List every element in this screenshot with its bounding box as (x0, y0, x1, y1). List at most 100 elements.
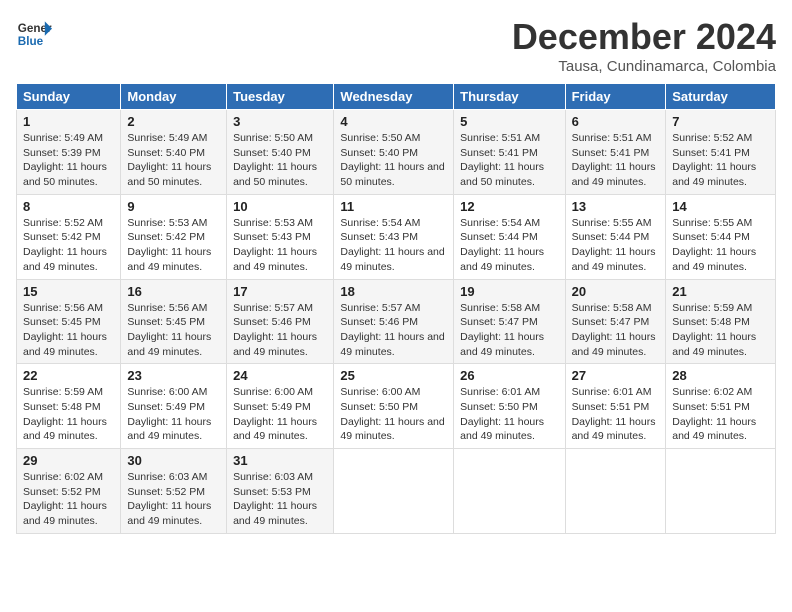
col-monday: Monday (121, 84, 227, 110)
day-info: Sunrise: 5:57 AMSunset: 5:46 PMDaylight:… (233, 302, 317, 358)
col-tuesday: Tuesday (227, 84, 334, 110)
day-info: Sunrise: 5:55 AMSunset: 5:44 PMDaylight:… (572, 217, 656, 273)
day-info: Sunrise: 5:51 AMSunset: 5:41 PMDaylight:… (572, 132, 656, 188)
day-number: 11 (340, 199, 447, 214)
day-number: 13 (572, 199, 660, 214)
day-number: 29 (23, 453, 114, 468)
day-number: 17 (233, 284, 327, 299)
day-info: Sunrise: 5:52 AMSunset: 5:42 PMDaylight:… (23, 217, 107, 273)
calendar-cell: 22 Sunrise: 5:59 AMSunset: 5:48 PMDaylig… (17, 364, 121, 449)
day-info: Sunrise: 5:53 AMSunset: 5:42 PMDaylight:… (127, 217, 211, 273)
day-info: Sunrise: 5:54 AMSunset: 5:43 PMDaylight:… (340, 217, 444, 273)
day-number: 6 (572, 114, 660, 129)
calendar-cell: 17 Sunrise: 5:57 AMSunset: 5:46 PMDaylig… (227, 279, 334, 364)
svg-text:Blue: Blue (18, 35, 44, 48)
calendar-cell: 27 Sunrise: 6:01 AMSunset: 5:51 PMDaylig… (565, 364, 666, 449)
calendar-cell: 23 Sunrise: 6:00 AMSunset: 5:49 PMDaylig… (121, 364, 227, 449)
day-number: 10 (233, 199, 327, 214)
calendar-cell (334, 449, 454, 534)
calendar-cell: 1 Sunrise: 5:49 AMSunset: 5:39 PMDayligh… (17, 110, 121, 195)
day-number: 1 (23, 114, 114, 129)
day-number: 7 (672, 114, 769, 129)
day-info: Sunrise: 6:02 AMSunset: 5:51 PMDaylight:… (672, 386, 756, 442)
calendar-cell: 15 Sunrise: 5:56 AMSunset: 5:45 PMDaylig… (17, 279, 121, 364)
day-info: Sunrise: 6:00 AMSunset: 5:49 PMDaylight:… (233, 386, 317, 442)
day-number: 8 (23, 199, 114, 214)
table-row: 15 Sunrise: 5:56 AMSunset: 5:45 PMDaylig… (17, 279, 776, 364)
day-info: Sunrise: 6:01 AMSunset: 5:50 PMDaylight:… (460, 386, 544, 442)
day-info: Sunrise: 5:52 AMSunset: 5:41 PMDaylight:… (672, 132, 756, 188)
day-number: 21 (672, 284, 769, 299)
calendar-cell: 13 Sunrise: 5:55 AMSunset: 5:44 PMDaylig… (565, 194, 666, 279)
col-wednesday: Wednesday (334, 84, 454, 110)
day-number: 2 (127, 114, 220, 129)
day-info: Sunrise: 6:00 AMSunset: 5:50 PMDaylight:… (340, 386, 444, 442)
day-info: Sunrise: 5:49 AMSunset: 5:40 PMDaylight:… (127, 132, 211, 188)
calendar-cell: 30 Sunrise: 6:03 AMSunset: 5:52 PMDaylig… (121, 449, 227, 534)
calendar-cell (666, 449, 776, 534)
calendar-cell: 8 Sunrise: 5:52 AMSunset: 5:42 PMDayligh… (17, 194, 121, 279)
col-friday: Friday (565, 84, 666, 110)
calendar-cell: 26 Sunrise: 6:01 AMSunset: 5:50 PMDaylig… (454, 364, 565, 449)
calendar-cell: 18 Sunrise: 5:57 AMSunset: 5:46 PMDaylig… (334, 279, 454, 364)
page-header: General Blue December 2024 Tausa, Cundin… (16, 16, 776, 75)
day-info: Sunrise: 5:59 AMSunset: 5:48 PMDaylight:… (23, 386, 107, 442)
calendar-cell (454, 449, 565, 534)
day-number: 20 (572, 284, 660, 299)
calendar-cell: 2 Sunrise: 5:49 AMSunset: 5:40 PMDayligh… (121, 110, 227, 195)
calendar-cell: 25 Sunrise: 6:00 AMSunset: 5:50 PMDaylig… (334, 364, 454, 449)
day-number: 9 (127, 199, 220, 214)
day-number: 16 (127, 284, 220, 299)
day-info: Sunrise: 6:03 AMSunset: 5:53 PMDaylight:… (233, 471, 317, 527)
calendar-cell: 14 Sunrise: 5:55 AMSunset: 5:44 PMDaylig… (666, 194, 776, 279)
calendar-cell: 19 Sunrise: 5:58 AMSunset: 5:47 PMDaylig… (454, 279, 565, 364)
day-number: 24 (233, 368, 327, 383)
logo-icon: General Blue (16, 16, 52, 52)
day-info: Sunrise: 5:51 AMSunset: 5:41 PMDaylight:… (460, 132, 544, 188)
calendar-cell (565, 449, 666, 534)
day-info: Sunrise: 5:53 AMSunset: 5:43 PMDaylight:… (233, 217, 317, 273)
day-number: 12 (460, 199, 558, 214)
day-info: Sunrise: 5:56 AMSunset: 5:45 PMDaylight:… (23, 302, 107, 358)
calendar-table: Sunday Monday Tuesday Wednesday Thursday… (16, 83, 776, 534)
calendar-cell: 24 Sunrise: 6:00 AMSunset: 5:49 PMDaylig… (227, 364, 334, 449)
table-row: 29 Sunrise: 6:02 AMSunset: 5:52 PMDaylig… (17, 449, 776, 534)
day-info: Sunrise: 6:01 AMSunset: 5:51 PMDaylight:… (572, 386, 656, 442)
calendar-cell: 5 Sunrise: 5:51 AMSunset: 5:41 PMDayligh… (454, 110, 565, 195)
day-info: Sunrise: 5:59 AMSunset: 5:48 PMDaylight:… (672, 302, 756, 358)
day-info: Sunrise: 5:55 AMSunset: 5:44 PMDaylight:… (672, 217, 756, 273)
day-info: Sunrise: 5:54 AMSunset: 5:44 PMDaylight:… (460, 217, 544, 273)
calendar-cell: 29 Sunrise: 6:02 AMSunset: 5:52 PMDaylig… (17, 449, 121, 534)
calendar-cell: 11 Sunrise: 5:54 AMSunset: 5:43 PMDaylig… (334, 194, 454, 279)
day-info: Sunrise: 6:03 AMSunset: 5:52 PMDaylight:… (127, 471, 211, 527)
day-number: 25 (340, 368, 447, 383)
day-number: 4 (340, 114, 447, 129)
title-block: December 2024 Tausa, Cundinamarca, Colom… (512, 16, 776, 75)
calendar-cell: 28 Sunrise: 6:02 AMSunset: 5:51 PMDaylig… (666, 364, 776, 449)
day-number: 26 (460, 368, 558, 383)
month-title: December 2024 (512, 16, 776, 58)
calendar-cell: 6 Sunrise: 5:51 AMSunset: 5:41 PMDayligh… (565, 110, 666, 195)
day-number: 31 (233, 453, 327, 468)
calendar-cell: 21 Sunrise: 5:59 AMSunset: 5:48 PMDaylig… (666, 279, 776, 364)
logo: General Blue (16, 16, 52, 52)
day-info: Sunrise: 6:00 AMSunset: 5:49 PMDaylight:… (127, 386, 211, 442)
calendar-cell: 20 Sunrise: 5:58 AMSunset: 5:47 PMDaylig… (565, 279, 666, 364)
table-row: 8 Sunrise: 5:52 AMSunset: 5:42 PMDayligh… (17, 194, 776, 279)
day-info: Sunrise: 5:49 AMSunset: 5:39 PMDaylight:… (23, 132, 107, 188)
day-number: 18 (340, 284, 447, 299)
table-row: 22 Sunrise: 5:59 AMSunset: 5:48 PMDaylig… (17, 364, 776, 449)
calendar-cell: 3 Sunrise: 5:50 AMSunset: 5:40 PMDayligh… (227, 110, 334, 195)
day-info: Sunrise: 5:58 AMSunset: 5:47 PMDaylight:… (460, 302, 544, 358)
calendar-cell: 16 Sunrise: 5:56 AMSunset: 5:45 PMDaylig… (121, 279, 227, 364)
calendar-cell: 7 Sunrise: 5:52 AMSunset: 5:41 PMDayligh… (666, 110, 776, 195)
day-number: 3 (233, 114, 327, 129)
calendar-cell: 4 Sunrise: 5:50 AMSunset: 5:40 PMDayligh… (334, 110, 454, 195)
day-number: 15 (23, 284, 114, 299)
calendar-cell: 31 Sunrise: 6:03 AMSunset: 5:53 PMDaylig… (227, 449, 334, 534)
day-info: Sunrise: 5:50 AMSunset: 5:40 PMDaylight:… (340, 132, 444, 188)
day-info: Sunrise: 6:02 AMSunset: 5:52 PMDaylight:… (23, 471, 107, 527)
day-number: 28 (672, 368, 769, 383)
day-number: 23 (127, 368, 220, 383)
day-info: Sunrise: 5:50 AMSunset: 5:40 PMDaylight:… (233, 132, 317, 188)
